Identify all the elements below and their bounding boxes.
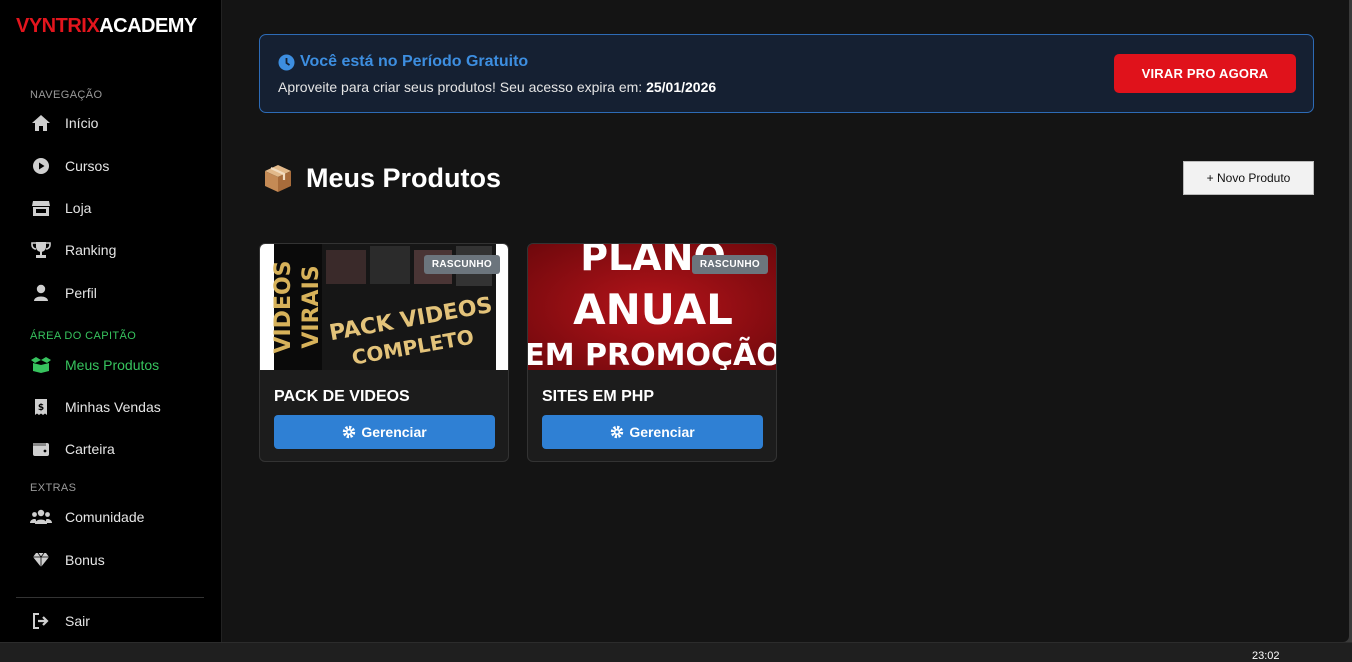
section-navegacao: NAVEGAÇÃO bbox=[30, 89, 103, 101]
sidebar-item-loja[interactable]: Loja bbox=[30, 196, 91, 220]
trophy-icon bbox=[30, 239, 52, 261]
sidebar-item-ranking[interactable]: Ranking bbox=[30, 238, 116, 262]
page-title: Meus Produtos bbox=[262, 162, 501, 194]
sidebar-item-comunidade[interactable]: Comunidade bbox=[30, 505, 144, 529]
product-thumbnail[interactable]: VIDEOS VIRAIS PACK VIDEOS COMPLETO RASCU… bbox=[260, 244, 508, 370]
sidebar: VYNTRIXACADEMY NAVEGAÇÃO Início Cursos L… bbox=[0, 0, 222, 642]
banner-subtitle-text: Aproveite para criar seus produtos! Seu … bbox=[278, 79, 643, 95]
logo-part2: ACADEMY bbox=[99, 15, 197, 37]
taskbar-clock[interactable]: 23:02 bbox=[1252, 650, 1280, 662]
sidebar-item-label: Meus Produtos bbox=[65, 357, 160, 373]
product-name: SITES EM PHP bbox=[542, 388, 655, 405]
logo[interactable]: VYNTRIXACADEMY bbox=[16, 15, 197, 38]
manage-label: Gerenciar bbox=[361, 424, 427, 440]
thumb-text-videos: VIDEOS bbox=[271, 260, 296, 353]
banner-title-text: Você está no Período Gratuito bbox=[300, 53, 529, 70]
svg-text:$: $ bbox=[38, 403, 44, 413]
os-taskbar: 23:02 bbox=[0, 642, 1352, 662]
banner-title: Você está no Período Gratuito bbox=[278, 53, 528, 71]
status-badge: RASCUNHO bbox=[423, 255, 500, 274]
users-icon bbox=[30, 506, 52, 528]
sidebar-item-carteira[interactable]: Carteira bbox=[30, 437, 115, 461]
new-product-button[interactable]: + Novo Produto bbox=[1183, 161, 1314, 195]
gear-icon bbox=[611, 425, 624, 439]
banner-subtitle: Aproveite para criar seus produtos! Seu … bbox=[278, 79, 716, 95]
page-title-text: Meus Produtos bbox=[306, 162, 502, 193]
thumb-text-promocao: EM PROMOÇÃO bbox=[528, 336, 777, 370]
manage-label: Gerenciar bbox=[629, 424, 695, 440]
store-icon bbox=[30, 197, 52, 219]
expiry-date: 25/01/2026 bbox=[646, 79, 717, 95]
product-card: PLANO ANUAL EM PROMOÇÃO RASCUNHO SITES E… bbox=[527, 243, 777, 462]
gem-icon bbox=[30, 549, 52, 571]
sidebar-item-label: Sair bbox=[65, 613, 90, 629]
upgrade-pro-button[interactable]: VIRAR PRO AGORA bbox=[1114, 54, 1296, 93]
sidebar-item-meus-produtos[interactable]: Meus Produtos bbox=[30, 353, 159, 377]
sidebar-item-label: Cursos bbox=[65, 158, 110, 174]
clock-icon bbox=[278, 54, 295, 71]
app-window: VYNTRIXACADEMY NAVEGAÇÃO Início Cursos L… bbox=[0, 0, 1349, 642]
home-icon bbox=[30, 112, 52, 134]
gear-icon bbox=[343, 425, 356, 439]
sidebar-item-minhas-vendas[interactable]: $ Minhas Vendas bbox=[30, 395, 161, 419]
wallet-icon bbox=[30, 438, 52, 460]
manage-button[interactable]: Gerenciar bbox=[274, 415, 495, 449]
manage-button[interactable]: Gerenciar bbox=[542, 415, 763, 449]
play-circle-icon bbox=[30, 155, 52, 177]
section-area-capitao: ÁREA DO CAPITÃO bbox=[30, 330, 137, 342]
sidebar-item-label: Comunidade bbox=[65, 509, 145, 525]
product-name: PACK DE VIDEOS bbox=[274, 388, 410, 405]
sidebar-item-inicio[interactable]: Início bbox=[30, 111, 98, 135]
section-extras: EXTRAS bbox=[30, 482, 77, 494]
sidebar-item-label: Loja bbox=[65, 200, 92, 216]
sidebar-item-label: Início bbox=[65, 115, 99, 131]
trial-banner: Você está no Período Gratuito Aproveite … bbox=[259, 34, 1314, 113]
product-thumbnail[interactable]: PLANO ANUAL EM PROMOÇÃO RASCUNHO bbox=[528, 244, 777, 370]
user-icon bbox=[30, 282, 52, 304]
logout-icon bbox=[30, 610, 52, 632]
sidebar-item-label: Ranking bbox=[65, 242, 117, 258]
sidebar-divider bbox=[16, 597, 204, 598]
thumb-text-anual: ANUAL bbox=[573, 285, 733, 334]
box-open-icon bbox=[30, 354, 52, 376]
package-icon bbox=[262, 162, 294, 194]
sidebar-item-label: Minhas Vendas bbox=[65, 399, 161, 415]
product-card: VIDEOS VIRAIS PACK VIDEOS COMPLETO RASCU… bbox=[259, 243, 509, 462]
sidebar-item-label: Bonus bbox=[65, 552, 105, 568]
sidebar-item-perfil[interactable]: Perfil bbox=[30, 281, 97, 305]
sidebar-item-cursos[interactable]: Cursos bbox=[30, 154, 109, 178]
sidebar-item-sair[interactable]: Sair bbox=[30, 609, 90, 633]
status-badge: RASCUNHO bbox=[691, 255, 768, 274]
receipt-icon: $ bbox=[30, 396, 52, 418]
thumb-text-virais: VIRAIS bbox=[299, 265, 324, 348]
sidebar-item-label: Carteira bbox=[65, 441, 115, 457]
sidebar-item-label: Perfil bbox=[65, 285, 97, 301]
logo-part1: VYNTRIX bbox=[16, 15, 100, 37]
sidebar-item-bonus[interactable]: Bonus bbox=[30, 548, 105, 572]
